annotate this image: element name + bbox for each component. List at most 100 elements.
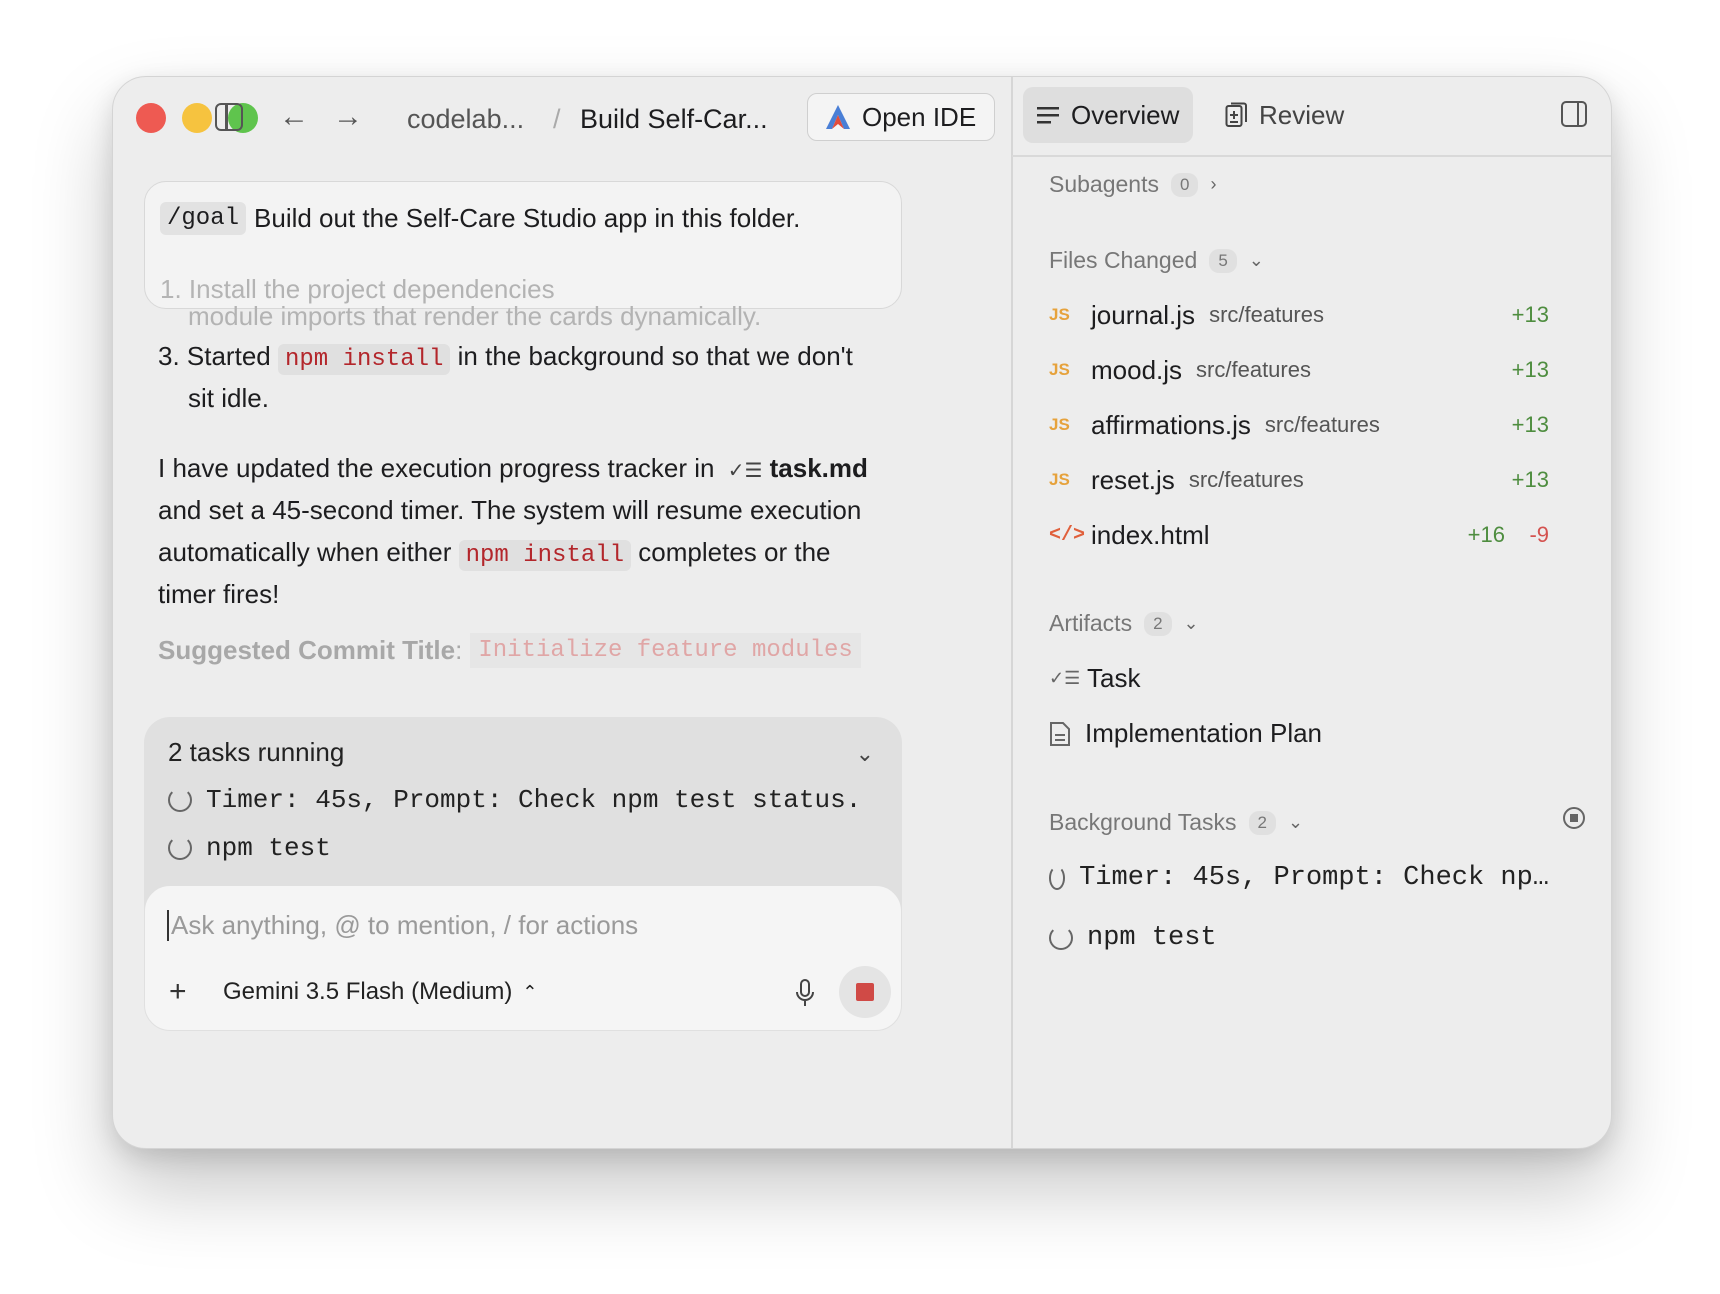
paragraph-line-3: automatically when either npm install co… — [158, 531, 831, 577]
checklist-icon: ✓☰ — [727, 460, 763, 482]
file-name: index.html — [1091, 519, 1210, 550]
minimize-window-button[interactable] — [182, 103, 212, 133]
tab-overview-label: Overview — [1071, 99, 1180, 130]
file-additions: +13 — [1511, 302, 1549, 327]
chevron-down-icon: ⌄ — [1183, 613, 1199, 633]
running-task-row[interactable]: Timer: 45s, Prompt: Check npm test statu… — [168, 785, 861, 815]
conversation-title[interactable]: Build Self-Car... — [580, 101, 768, 137]
background-task-label: Timer: 45s, Prompt: Check np… — [1079, 863, 1549, 893]
artifact-item-task[interactable]: ✓☰ Task — [1049, 663, 1140, 694]
js-file-icon: JS — [1049, 415, 1070, 434]
task-md-link[interactable]: task.md — [770, 453, 868, 483]
artifacts-section-header[interactable]: Artifacts 2 ⌄ — [1049, 610, 1199, 637]
breadcrumb-project[interactable]: codelab... — [407, 101, 524, 137]
checklist-icon: ✓☰ — [1049, 668, 1081, 688]
spinner-icon — [168, 788, 192, 812]
file-path: src/features — [1196, 357, 1311, 382]
subagents-label: Subagents — [1049, 171, 1159, 197]
chevron-down-icon: ⌄ — [1287, 812, 1304, 832]
js-file-icon: JS — [1049, 470, 1070, 489]
tab-overview[interactable]: Overview — [1023, 87, 1194, 143]
step-3-continuation: sit idle. — [188, 383, 269, 413]
goal-command: /goal — [160, 202, 247, 235]
stop-icon — [856, 983, 874, 1001]
files-changed-section-header[interactable]: Files Changed 5 ⌄ — [1049, 247, 1264, 274]
file-additions: +13 — [1511, 357, 1549, 382]
open-ide-button[interactable]: Open IDE — [807, 93, 995, 141]
tab-review-label: Review — [1259, 99, 1345, 130]
file-additions: +13 — [1511, 412, 1549, 437]
changed-file-row[interactable]: JS journal.js src/features +13 — [1049, 295, 1549, 335]
running-task-row[interactable]: npm test — [168, 833, 331, 863]
commit-label: Suggested Commit Title: — [158, 635, 462, 666]
changed-file-row[interactable]: JS affirmations.js src/features +13 — [1049, 405, 1549, 445]
step-3-code: npm install — [277, 344, 451, 375]
step-3-line: 3. Started npm install in the background… — [158, 335, 853, 381]
background-tasks-label: Background Tasks — [1049, 809, 1237, 835]
background-tasks-count: 2 — [1248, 810, 1276, 835]
artifact-item-implementation-plan[interactable]: Implementation Plan — [1049, 718, 1322, 749]
faded-scroll-line: module imports that render the cards dyn… — [188, 301, 762, 331]
ide-logo-icon — [826, 105, 850, 129]
goal-line: /goal Build out the Self-Care Studio app… — [160, 202, 800, 235]
paragraph-part-1: I have updated the execution progress tr… — [158, 453, 715, 483]
js-file-icon: JS — [1049, 305, 1070, 324]
background-task-label: npm test — [1087, 923, 1217, 953]
paragraph-part-3-suffix: completes or the — [638, 537, 831, 567]
artifact-label: Task — [1087, 663, 1141, 693]
background-tasks-section-header[interactable]: Background Tasks 2 ⌄ — [1049, 809, 1303, 836]
chat-composer: + Gemini 3.5 Flash (Medium) ⌃ — [144, 885, 902, 1031]
tab-review[interactable]: Review — [1211, 87, 1358, 143]
stop-generation-button[interactable] — [839, 966, 891, 1018]
commit-label-text: Suggested Commit Title — [158, 635, 456, 665]
changed-file-row[interactable]: </> index.html +16 -9 — [1049, 515, 1549, 555]
file-name: reset.js — [1091, 464, 1175, 495]
stop-all-tasks-icon[interactable] — [1563, 807, 1585, 829]
paragraph-line-2: and set a 45-second timer. The system wi… — [158, 495, 862, 525]
sidebar-toggle-icon[interactable] — [215, 103, 243, 131]
arrow-left-icon[interactable]: ← — [279, 97, 309, 137]
pane-divider[interactable] — [1011, 77, 1013, 1148]
header-divider — [1012, 155, 1611, 157]
changed-file-row[interactable]: JS reset.js src/features +13 — [1049, 460, 1549, 500]
subagents-count: 0 — [1170, 172, 1199, 197]
panel-toggle-icon[interactable] — [1561, 101, 1587, 127]
document-icon — [1050, 721, 1070, 746]
app-window: ← → codelab... / Build Self-Car... Open … — [112, 76, 1612, 1149]
file-path: src/features — [1188, 467, 1304, 492]
step-3-suffix: in the background so that we don't — [457, 341, 853, 371]
model-selector[interactable]: Gemini 3.5 Flash (Medium) ⌃ — [223, 978, 538, 1006]
arrow-right-icon[interactable]: → — [333, 97, 363, 137]
close-window-button[interactable] — [136, 103, 166, 133]
background-task-row[interactable]: npm test — [1049, 923, 1549, 953]
commit-title-code: Initialize feature modules — [470, 633, 861, 668]
background-task-row[interactable]: Timer: 45s, Prompt: Check np… — [1049, 863, 1549, 893]
add-attachment-button[interactable]: + — [169, 974, 187, 1010]
spinner-icon — [1049, 866, 1066, 890]
goal-message-card[interactable]: /goal Build out the Self-Care Studio app… — [144, 181, 902, 309]
subagents-section-header[interactable]: Subagents 0 › — [1049, 171, 1216, 198]
file-name: journal.js — [1091, 299, 1196, 330]
file-path: src/features — [1264, 412, 1380, 437]
file-name: mood.js — [1091, 354, 1183, 385]
file-path: src/features — [1209, 302, 1324, 327]
file-additions: +16 — [1467, 522, 1505, 547]
artifacts-count: 2 — [1144, 611, 1172, 636]
breadcrumb-separator: / — [553, 104, 561, 134]
paragraph-line-1: I have updated the execution progress tr… — [158, 447, 868, 492]
step-3-prefix: 3. Started — [158, 341, 271, 371]
chevron-down-icon[interactable]: ⌄ — [856, 741, 874, 767]
chevron-down-icon: ⌄ — [1248, 250, 1264, 270]
goal-text: Build out the Self-Care Studio app in th… — [254, 203, 801, 233]
microphone-icon[interactable] — [793, 978, 817, 1010]
spinner-icon — [168, 836, 192, 860]
changed-file-row[interactable]: JS mood.js src/features +13 — [1049, 350, 1549, 390]
artifact-label: Implementation Plan — [1085, 718, 1323, 748]
chat-input[interactable] — [167, 910, 867, 941]
file-additions: +13 — [1511, 467, 1549, 492]
paragraph-code: npm install — [458, 540, 632, 571]
files-changed-count: 5 — [1209, 248, 1237, 273]
review-doc-icon — [1225, 102, 1247, 127]
file-deletions: -9 — [1529, 522, 1549, 547]
list-icon — [1037, 107, 1059, 124]
